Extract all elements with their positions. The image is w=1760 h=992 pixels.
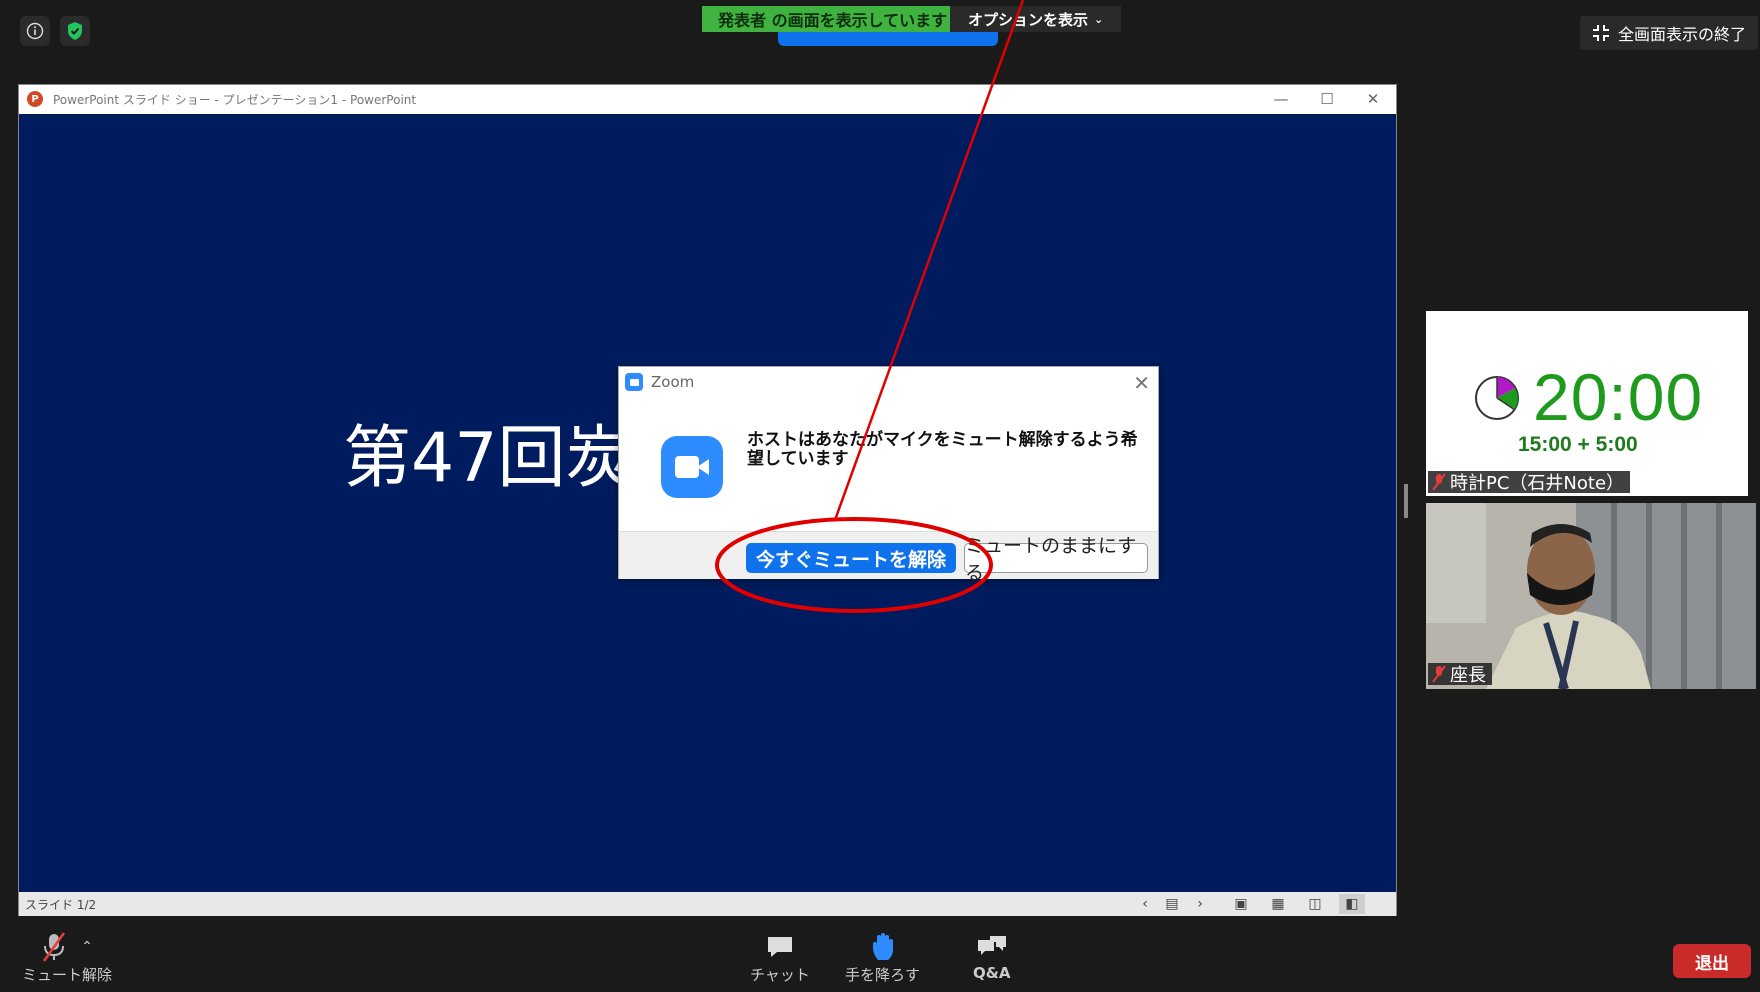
timer-clock-icon [1475,376,1519,420]
sharing-banner: 発表者 の画面を表示しています [702,6,964,32]
share-indicator-bar[interactable] [778,32,998,46]
participant-name-tag: 座長 [1428,663,1492,686]
qa-label: Q&A [973,964,1011,982]
mic-muted-icon [1432,473,1446,491]
security-shield-icon[interactable] [60,16,90,46]
next-slide-icon[interactable]: › [1187,894,1213,914]
view-options-button[interactable]: オプションを表示 ⌄ [950,6,1122,32]
chat-bubble-icon [767,937,792,957]
panel-resize-handle[interactable] [1404,484,1408,518]
timer-sub-readout: 15:00 + 5:00 [1518,433,1638,456]
unmute-now-button[interactable]: 今すぐミュートを解除 [746,543,956,573]
participant-tile-chair[interactable]: 座長 [1426,503,1756,689]
normal-view-icon[interactable]: ▣ [1228,894,1254,914]
slide-counter: スライド 1/2 [25,897,97,912]
leave-meeting-button[interactable]: 退出 [1673,944,1751,978]
exit-fullscreen-button[interactable]: 全画面表示の終了 [1580,16,1759,50]
view-options-label: オプションを表示 [968,10,1089,29]
unmute-button[interactable]: ⌃ ミュート解除 [22,932,112,985]
exit-fullscreen-label: 全画面表示の終了 [1618,25,1747,44]
dialog-title: Zoom [651,373,695,391]
zoom-meeting-window: 発表者 の画面を表示しています オプションを表示 ⌄ 全画面表示の終了 P Po… [0,0,1760,992]
raised-hand-icon [872,933,893,960]
ppt-window-title: PowerPoint スライド ショー - プレゼンテーション1 - Power… [53,92,417,107]
dialog-close-icon[interactable]: ✕ [1133,371,1150,395]
dialog-titlebar: Zoom [619,367,1158,397]
notes-icon[interactable]: ▤ [1159,894,1185,914]
top-bar: 発表者 の画面を表示しています オプションを表示 ⌄ 全画面表示の終了 [0,0,1760,62]
lower-hand-button[interactable]: 手を降ろす [845,932,920,985]
participant-tile-clock[interactable]: 20:00 15:00 + 5:00 時計PC（石井Note） [1426,311,1748,496]
mic-muted-icon [1432,665,1446,683]
participant-name: 時計PC（石井Note） [1450,473,1625,494]
powerpoint-logo-icon: P [27,91,43,107]
qa-bubbles-icon [977,936,1006,955]
info-icon[interactable] [20,16,50,46]
slideshow-view-icon[interactable]: ◧ [1339,894,1365,914]
audio-options-chevron-icon[interactable]: ⌃ [81,939,93,955]
unmute-label: ミュート解除 [22,966,113,984]
chat-label: チャット [750,966,810,984]
lower-hand-label: 手を降ろす [845,966,921,984]
maximize-icon[interactable]: ☐ [1304,85,1350,113]
exit-fullscreen-icon [1593,25,1609,41]
chat-button[interactable]: チャット [750,934,810,985]
slide-sorter-icon[interactable]: ▦ [1265,894,1291,914]
reading-view-icon[interactable]: ◫ [1302,894,1328,914]
unmute-request-dialog: Zoom ✕ ホストはあなたがマイクをミュート解除するよう希望しています 今すぐ… [618,366,1159,584]
dialog-message: ホストはあなたがマイクをミュート解除するよう希望しています [747,430,1138,469]
qa-button[interactable]: Q&A [973,934,1010,982]
ppt-titlebar: P PowerPoint スライド ショー - プレゼンテーション1 - Pow… [19,85,1396,113]
slide-title: 第47回炭 [343,419,634,498]
microphone-muted-icon [43,932,66,962]
ppt-status-bar: スライド 1/2 ‹ ▤ › ▣ ▦ ◫ ◧ [19,892,1396,916]
timer-main-readout: 20:00 [1533,360,1704,434]
participant-name: 座長 [1450,665,1486,686]
chevron-down-icon: ⌄ [1094,12,1104,26]
close-icon[interactable]: ✕ [1350,85,1396,113]
zoom-app-icon [625,373,643,391]
zoom-camera-icon [661,436,723,498]
previous-slide-icon[interactable]: ‹ [1132,894,1158,914]
stay-muted-button[interactable]: ミュートのままにする [964,535,1148,584]
participant-name-tag: 時計PC（石井Note） [1428,471,1631,494]
minimize-icon[interactable]: — [1258,85,1304,113]
